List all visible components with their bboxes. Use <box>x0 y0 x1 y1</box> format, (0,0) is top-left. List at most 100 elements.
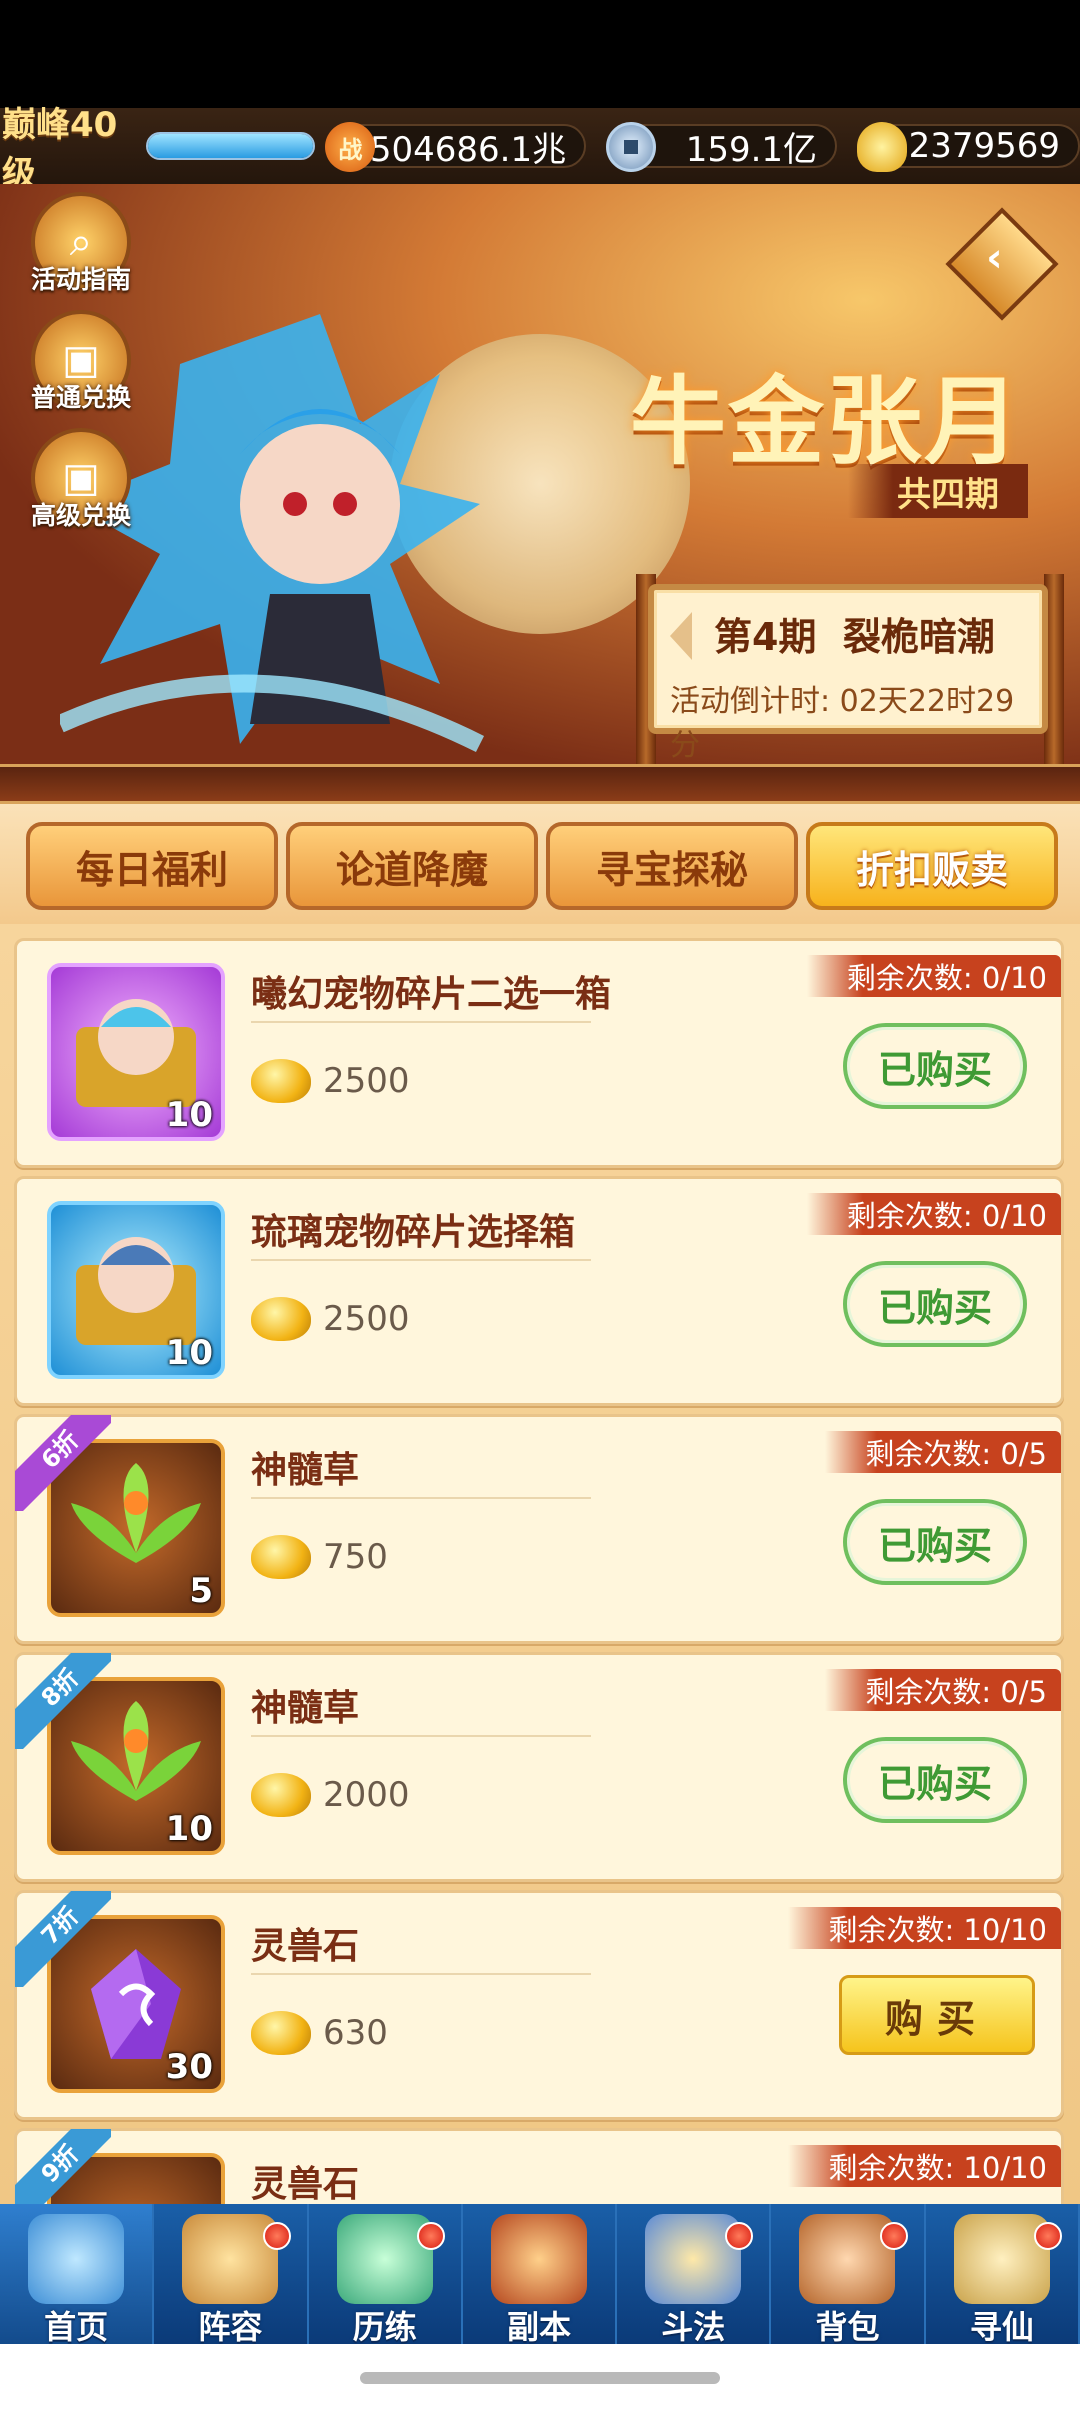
discount-badge: 7折 <box>15 1891 111 1987</box>
discount-badge: 6折 <box>15 1415 111 1511</box>
system-home-bar <box>0 2344 1080 2412</box>
item-quantity: 10 <box>165 1333 213 1373</box>
item-price: 630 <box>251 2011 388 2055</box>
item-price: 2500 <box>251 1297 410 1341</box>
coin-display: 159.1亿 <box>606 122 838 172</box>
nav-dungeon[interactable]: 副本 <box>463 2204 618 2346</box>
prev-phase-arrow-icon[interactable] <box>670 612 692 660</box>
power-value: 504686.1兆 <box>369 129 567 170</box>
item-name: 曦幻宠物碎片二选一箱 <box>251 974 612 1015</box>
item-price: 750 <box>251 1535 388 1579</box>
list-item: 10 琉璃宠物碎片选择箱 2500 剩余次数: 0/10 已购买 <box>14 1176 1064 1406</box>
coin-value: 159.1亿 <box>685 129 818 170</box>
blue-chest-icon: 10 <box>47 1201 225 1379</box>
advanced-exchange-button[interactable]: ▣ 高级兑换 <box>26 428 136 538</box>
tab-debate-demons[interactable]: 论道降魔 <box>286 822 538 910</box>
nav-lineup[interactable]: 阵容 <box>154 2204 309 2346</box>
nav-label: 阵容 <box>198 2308 263 2346</box>
list-item: 30 7折 灵兽石 630 剩余次数: 10/10 购买 <box>14 1890 1064 2120</box>
phase-title: 第4期 裂桅暗潮 <box>714 615 995 659</box>
gold-ingot-icon <box>251 2011 311 2055</box>
tab-daily-welfare[interactable]: 每日福利 <box>26 822 278 910</box>
nav-seek[interactable]: 寻仙 <box>926 2204 1080 2346</box>
remaining-badge: 剩余次数: 0/5 <box>825 1669 1061 1711</box>
bag-icon <box>799 2214 896 2304</box>
bottom-nav: 首页 阵容 历练 副本 斗法 背包 寻仙 <box>0 2204 1080 2346</box>
discount-label: 6折 <box>15 1415 111 1511</box>
bought-button[interactable]: 已购买 <box>843 1261 1027 1347</box>
item-price: 2500 <box>251 1059 410 1103</box>
price-value: 2500 <box>323 1299 410 1339</box>
item-list[interactable]: 10 曦幻宠物碎片二选一箱 2500 剩余次数: 0/10 已购买 10 琉璃宠… <box>0 924 1080 2204</box>
nav-label: 首页 <box>44 2308 109 2346</box>
event-banner: ⌕ 活动指南 ▣ 普通兑换 ▣ 高级兑换 ‹ 牛金张月 共四期 第4期 裂桅暗潮… <box>0 184 1080 764</box>
discount-badge: 8折 <box>15 1653 111 1749</box>
notification-dot <box>262 2222 291 2250</box>
banner-divider <box>0 764 1080 804</box>
tab-treasure-hunt[interactable]: 寻宝探秘 <box>546 822 798 910</box>
nav-label: 历练 <box>352 2308 417 2346</box>
activity-guide-button[interactable]: ⌕ 活动指南 <box>26 192 136 302</box>
gold-ingot-icon <box>251 1059 311 1103</box>
list-item: 10 曦幻宠物碎片二选一箱 2500 剩余次数: 0/10 已购买 <box>14 938 1064 1168</box>
dungeon-icon <box>490 2214 587 2304</box>
nav-label: 副本 <box>506 2308 571 2346</box>
back-button[interactable]: ‹ <box>945 207 1059 321</box>
event-subtitle: 共四期 <box>848 464 1028 518</box>
item-underline <box>251 1497 591 1499</box>
normal-exchange-button[interactable]: ▣ 普通兑换 <box>26 310 136 420</box>
nav-battle[interactable]: 斗法 <box>617 2204 772 2346</box>
list-item: 9折 灵兽石 剩余次数: 10/10 <box>14 2128 1064 2204</box>
bought-button[interactable]: 已购买 <box>843 1499 1027 1585</box>
remaining-badge: 剩余次数: 0/10 <box>806 1193 1061 1235</box>
tab-discount-sale[interactable]: 折扣贩卖 <box>806 822 1058 910</box>
training-icon <box>336 2214 433 2304</box>
nav-home[interactable]: 首页 <box>0 2204 155 2346</box>
item-name: 灵兽石 <box>251 1926 360 1967</box>
notification-dot <box>1033 2222 1062 2250</box>
event-title: 牛金张月 <box>630 366 1022 478</box>
item-name: 神髓草 <box>251 1450 360 1491</box>
notification-dot <box>416 2222 445 2250</box>
item-name: 琉璃宠物碎片选择箱 <box>251 1212 576 1253</box>
discount-badge: 9折 <box>15 2129 111 2204</box>
nav-training[interactable]: 历练 <box>309 2204 463 2346</box>
bought-button[interactable]: 已购买 <box>843 1737 1027 1823</box>
back-arrow-icon: ‹ <box>986 234 1003 281</box>
remaining-badge: 剩余次数: 0/5 <box>825 1431 1061 1473</box>
nav-label: 背包 <box>815 2308 880 2346</box>
power-display: 战 504686.1兆 <box>325 122 587 172</box>
nav-label: 寻仙 <box>969 2308 1034 2346</box>
tab-bar: 每日福利 论道降魔 寻宝探秘 折扣贩卖 <box>0 804 1080 924</box>
nav-label: 斗法 <box>661 2308 726 2346</box>
home-indicator[interactable] <box>360 2372 720 2384</box>
power-icon: 战 <box>325 122 376 172</box>
coin-icon <box>606 122 657 172</box>
item-quantity: 5 <box>189 1571 213 1611</box>
item-underline <box>251 1259 591 1261</box>
price-value: 2500 <box>323 1061 410 1101</box>
gold-value: 2379569 <box>908 126 1060 166</box>
activity-guide-label: 活动指南 <box>30 265 131 294</box>
item-underline <box>251 1021 591 1023</box>
player-level: 巅峰40级 <box>2 105 118 194</box>
item-name: 神髓草 <box>251 1688 360 1729</box>
xp-bar-fill <box>148 134 314 158</box>
list-item: 5 6折 神髓草 750 剩余次数: 0/5 已购买 <box>14 1414 1064 1644</box>
gold-ingot-icon <box>251 1297 311 1341</box>
item-underline <box>251 1735 591 1737</box>
list-item: 10 8折 神髓草 2000 剩余次数: 0/5 已购买 <box>14 1652 1064 1882</box>
item-price: 2000 <box>251 1773 410 1817</box>
notification-dot <box>879 2222 908 2250</box>
normal-exchange-label: 普通兑换 <box>30 383 131 412</box>
buy-button[interactable]: 购买 <box>839 1975 1035 2055</box>
xp-bar <box>146 132 316 160</box>
price-value: 630 <box>323 2013 388 2053</box>
nav-bag[interactable]: 背包 <box>771 2204 926 2346</box>
character-illustration <box>60 314 485 753</box>
purple-chest-icon: 10 <box>47 963 225 1141</box>
gold-ingot-icon <box>251 1535 311 1579</box>
discount-label: 9折 <box>15 2129 111 2204</box>
status-bar <box>0 0 1080 108</box>
bought-button[interactable]: 已购买 <box>843 1023 1027 1109</box>
